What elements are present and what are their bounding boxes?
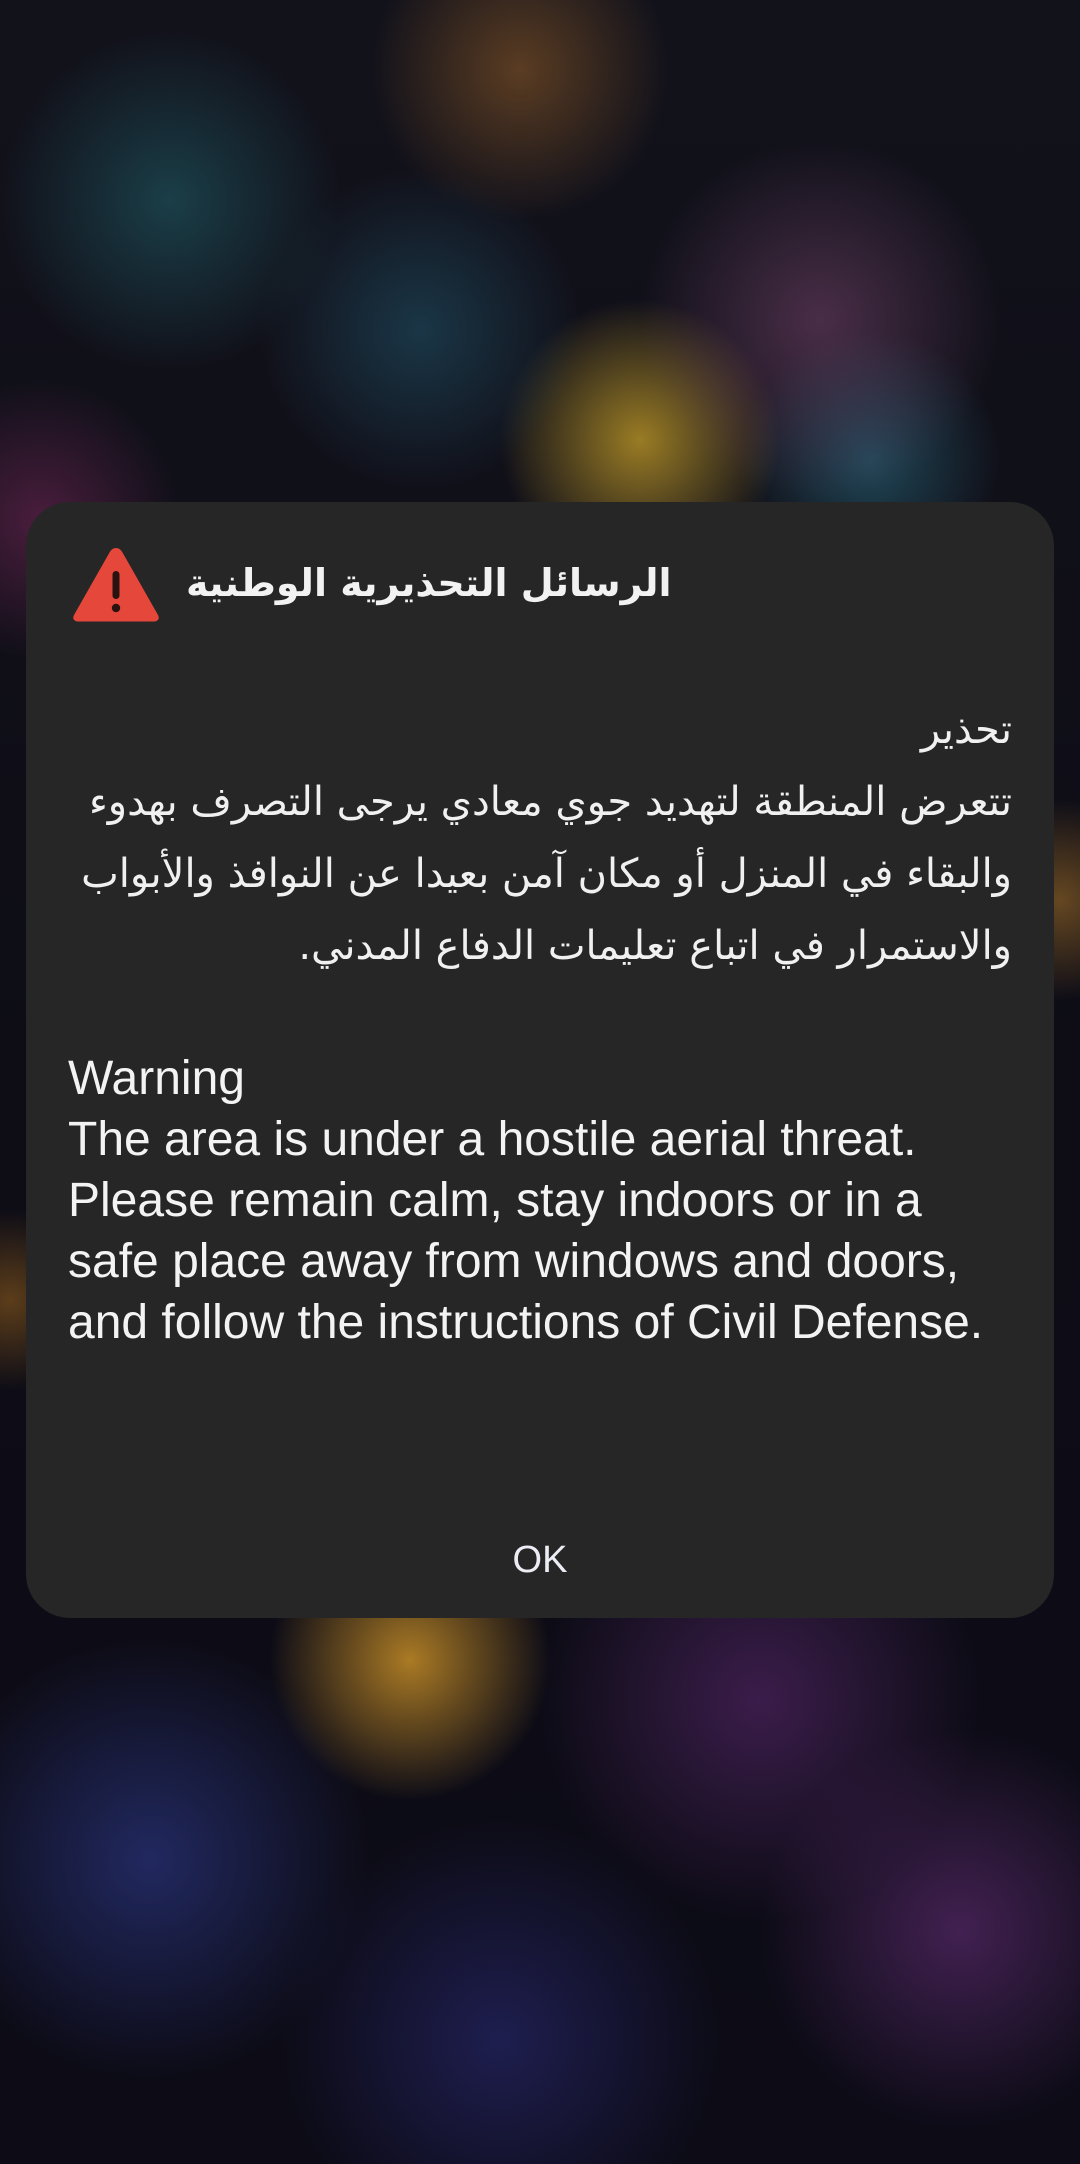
english-alert-text: Warning The area is under a hostile aeri… <box>68 1048 1012 1353</box>
english-alert-message: The area is under a hostile aerial threa… <box>68 1113 984 1349</box>
warning-triangle-icon <box>70 544 162 626</box>
arabic-alert-text: تحذير تتعرض المنطقة لتهديد جوي معادي يرج… <box>68 694 1012 982</box>
english-alert-heading: Warning <box>68 1052 245 1105</box>
dialog-title: الرسائل التحذيرية الوطنية <box>186 561 672 605</box>
arabic-alert-message: تتعرض المنطقة لتهديد جوي معادي يرجى التص… <box>81 779 1012 969</box>
arabic-alert-heading: تحذير <box>920 707 1012 753</box>
dialog-header: الرسائل التحذيرية الوطنية <box>26 542 1054 642</box>
dialog-body: تحذير تتعرض المنطقة لتهديد جوي معادي يرج… <box>68 694 1012 1353</box>
emergency-alert-dialog: الرسائل التحذيرية الوطنية تحذير تتعرض ال… <box>26 502 1054 1618</box>
ok-button[interactable]: OK <box>440 1520 640 1600</box>
